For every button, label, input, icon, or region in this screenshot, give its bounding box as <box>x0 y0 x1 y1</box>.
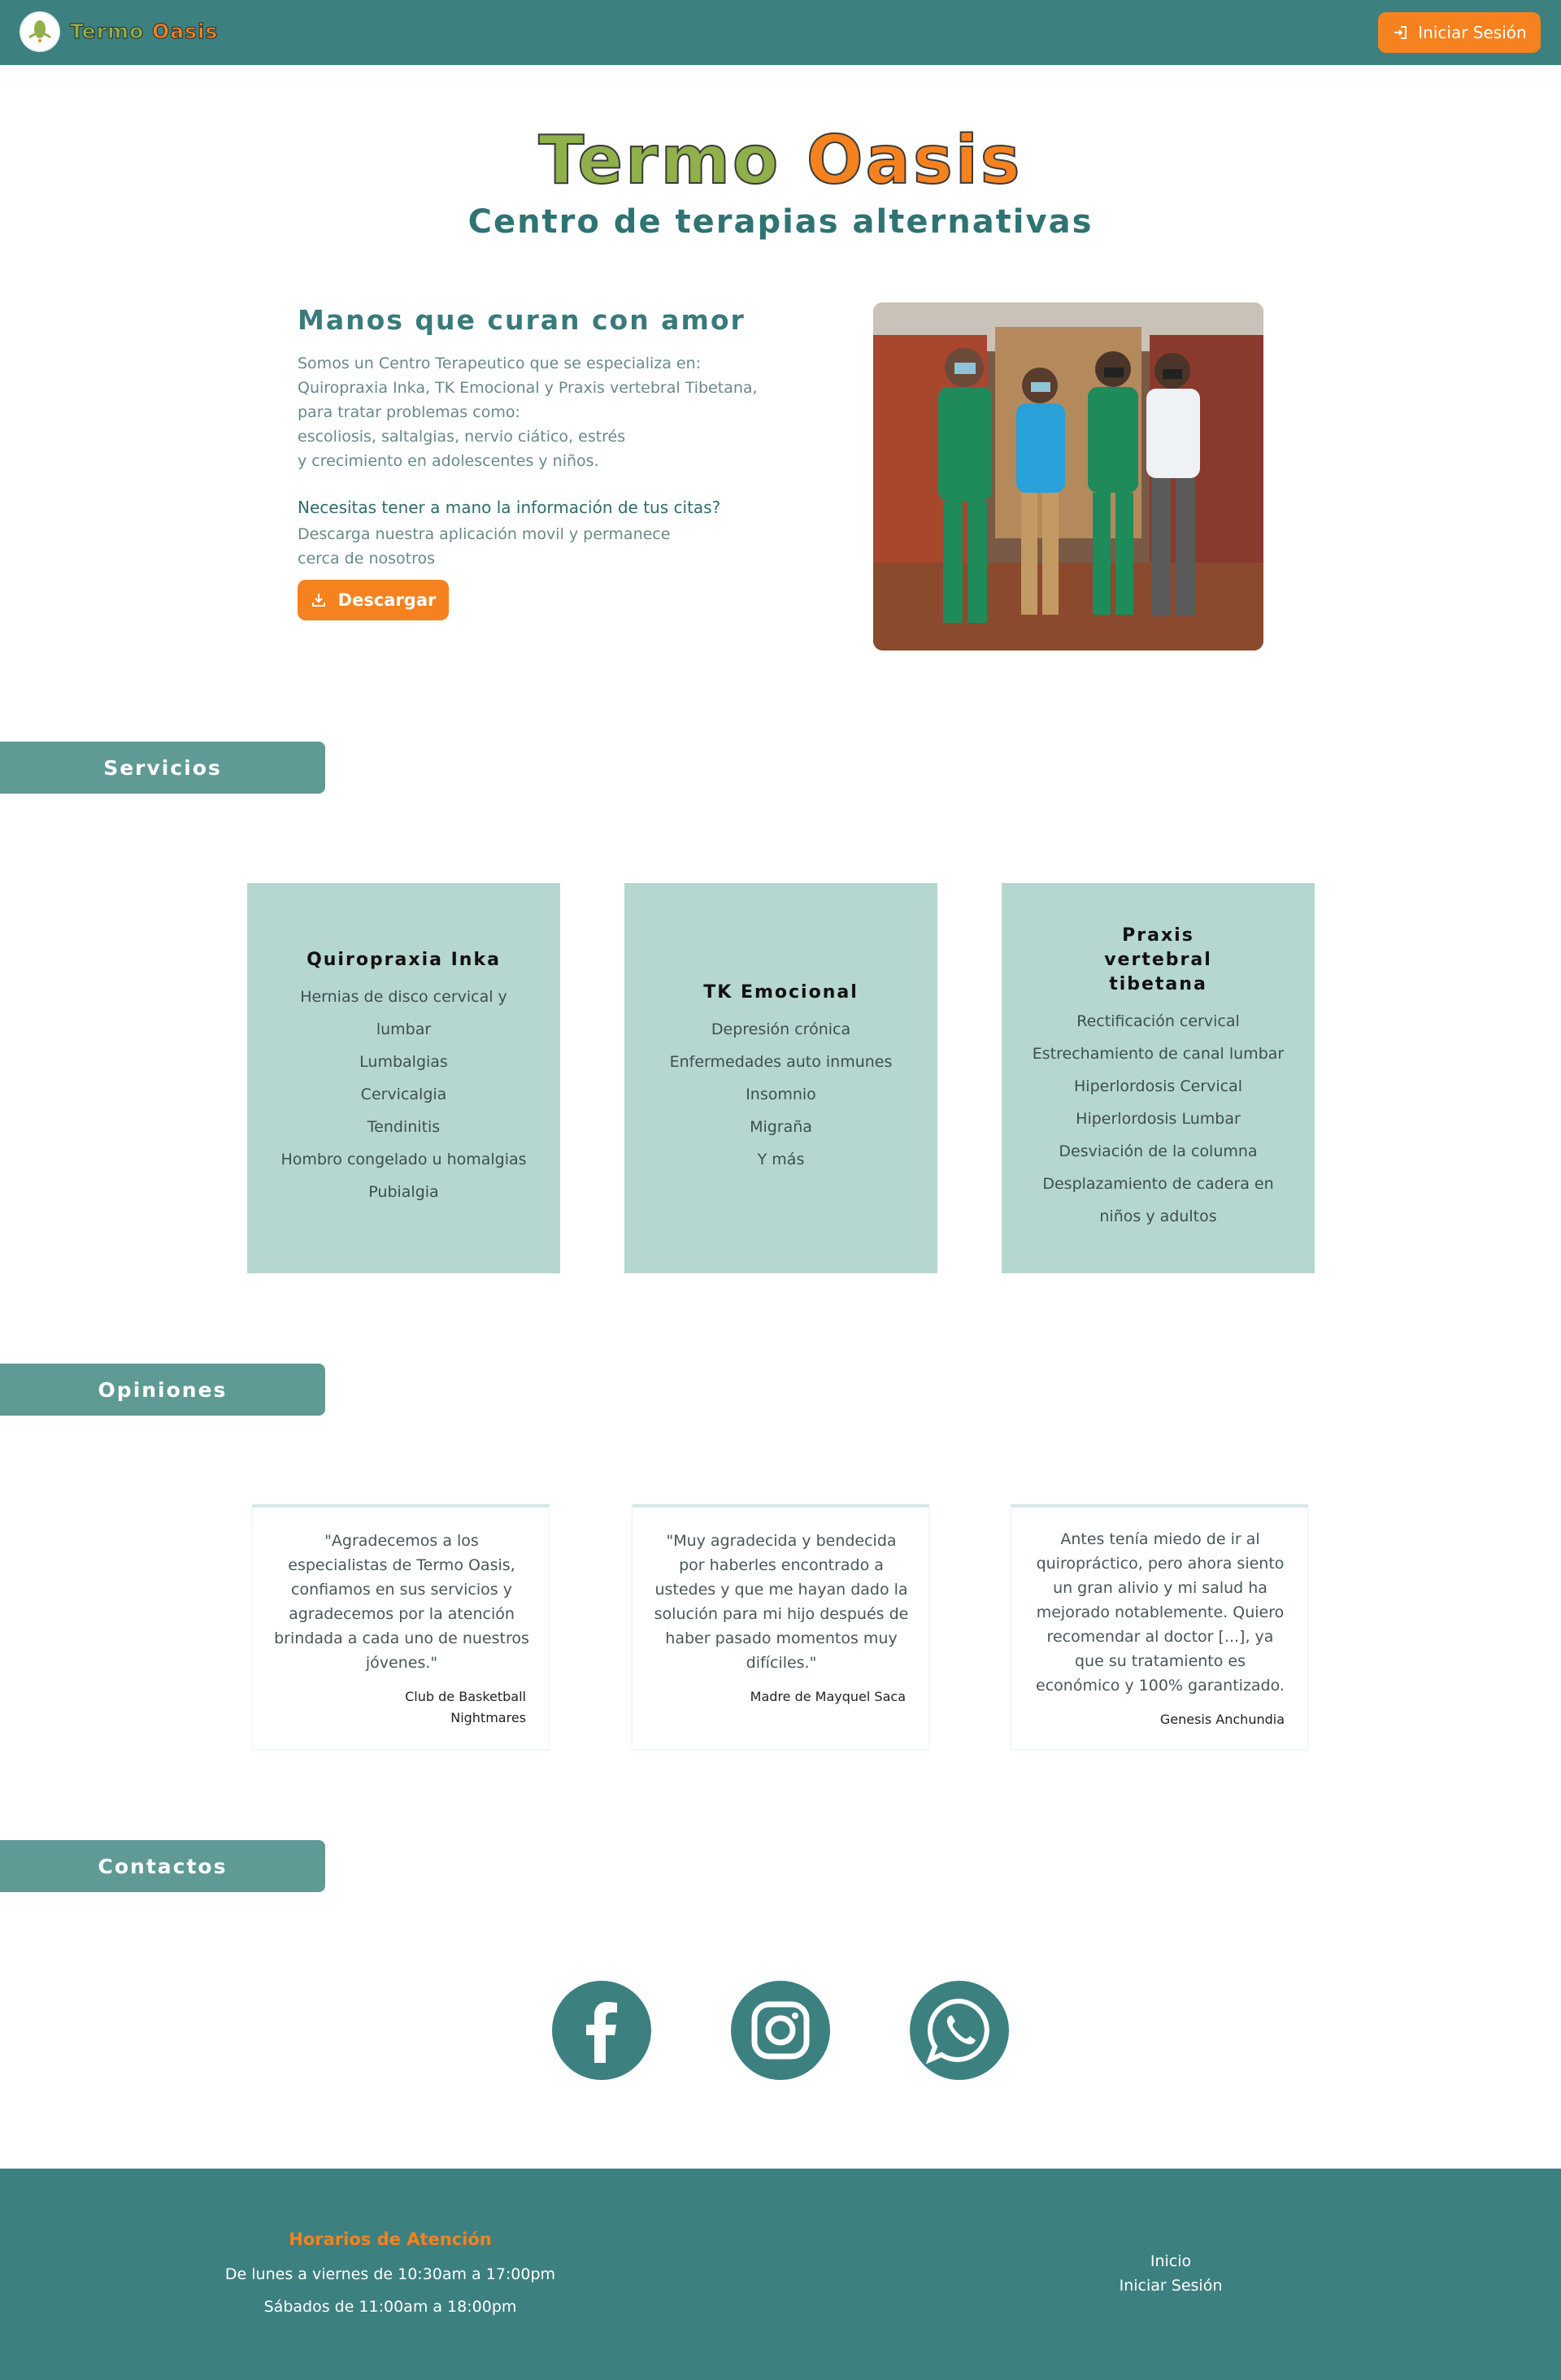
footer-link-home[interactable]: Inicio <box>1089 2252 1252 2270</box>
app-line: Descarga nuestra aplicación movil y perm… <box>298 525 671 543</box>
intro-line: y crecimiento en adolescentes y niños. <box>298 452 599 470</box>
testimonial-author: Madre de Mayquel Saca <box>750 1689 906 1704</box>
service-item: Tendinitis <box>367 1118 441 1136</box>
hero-title: Termo Oasis <box>0 121 1561 200</box>
testimonial-author: Club de Basketball Nightmares <box>405 1689 526 1725</box>
testimonial-card: "Muy agradecida y bendecida por haberles… <box>632 1504 929 1750</box>
brand-word-2: Oasis <box>151 20 219 44</box>
service-card-quiropraxia: Quiropraxia Inka Hernias de disco cervic… <box>247 883 560 1273</box>
facebook-icon[interactable] <box>552 1981 651 2080</box>
service-item: Enfermedades auto inmunes <box>669 1053 893 1071</box>
instagram-icon[interactable] <box>731 1981 830 2080</box>
top-navbar <box>0 0 1561 65</box>
intro-line: para tratar problemas como: <box>298 403 520 421</box>
service-item: Migraña <box>750 1118 812 1136</box>
hours-saturday: Sábados de 11:00am a 18:00pm <box>263 2298 517 2316</box>
team-photo <box>873 302 1263 650</box>
login-button[interactable]: Iniciar Sesión <box>1378 12 1541 53</box>
intro-title: Manos que curan con amor <box>298 304 746 336</box>
service-card-praxis-vertebral: Praxis vertebral tibetana Rectificación … <box>1002 883 1315 1273</box>
lotus-logo-icon[interactable] <box>20 11 60 52</box>
service-card-title: Praxis vertebral tibetana <box>1104 925 1212 994</box>
app-description: Descarga nuestra aplicación movil y perm… <box>298 522 670 571</box>
testimonial-quote: Antes tenía miedo de ir al quiropráctico… <box>1036 1530 1285 1695</box>
footer-link-login[interactable]: Iniciar Sesión <box>1089 2277 1252 2295</box>
service-item: Lumbalgias <box>359 1053 448 1071</box>
service-item: Cervicalgia <box>360 1086 447 1103</box>
hero-title-word-2: Oasis <box>806 121 1023 200</box>
hero-subtitle: Centro de terapias alternativas <box>467 203 1094 241</box>
download-icon <box>311 594 325 607</box>
intro-line: escoliosis, saltalgias, nervio ciático, … <box>298 428 626 446</box>
service-card-tk-emocional: TK Emocional Depresión crónica Enfermeda… <box>624 883 937 1273</box>
service-card-title: Quiropraxia Inka <box>307 950 501 970</box>
section-tab-opinions: Opiniones <box>0 1364 325 1416</box>
hours-title: Horarios de Atención <box>289 2230 492 2249</box>
testimonial-quote: "Muy agradecida y bendecida por haberles… <box>654 1532 909 1672</box>
service-item: Desplazamiento de cadera en niños y adul… <box>1042 1175 1274 1225</box>
download-button[interactable]: Descargar <box>298 580 449 620</box>
testimonial-quote: "Agradecemos a los especialistas de Term… <box>274 1532 529 1672</box>
service-item: Hiperlordosis Lumbar <box>1076 1110 1241 1128</box>
testimonial-author: Genesis Anchundia <box>1159 1712 1285 1727</box>
download-button-label: Descargar <box>337 590 437 610</box>
service-item: Insomnio <box>746 1086 816 1103</box>
testimonial-card: "Agradecemos a los especialistas de Term… <box>252 1504 550 1750</box>
service-item: Y más <box>757 1151 805 1168</box>
whatsapp-icon[interactable] <box>910 1981 1009 2080</box>
service-item: Desviación de la columna <box>1059 1142 1258 1160</box>
app-line: cerca de nosotros <box>298 550 436 568</box>
login-button-label: Iniciar Sesión <box>1418 23 1527 42</box>
service-card-title: TK Emocional <box>703 982 859 1003</box>
section-tab-services: Servicios <box>0 742 325 794</box>
section-tab-contacts: Contactos <box>0 1840 325 1892</box>
service-item: Hombro congelado u homalgias <box>280 1151 527 1168</box>
intro-line: Somos un Centro Terapeutico que se espec… <box>298 355 702 372</box>
intro-description: Somos un Centro Terapeutico que se espec… <box>298 351 802 473</box>
service-item: Rectificación cervical <box>1076 1012 1240 1030</box>
service-item: Estrechamiento de canal lumbar <box>1032 1045 1285 1063</box>
login-icon <box>1394 26 1407 39</box>
intro-line: Quiropraxia Inka, TK Emocional y Praxis … <box>298 379 758 397</box>
testimonial-card: Antes tenía miedo de ir al quiropráctico… <box>1011 1504 1308 1750</box>
service-item: Hiperlordosis Cervical <box>1074 1077 1242 1095</box>
service-item: Hernias de disco cervical y lumbar <box>300 988 507 1038</box>
service-item: Depresión crónica <box>711 1020 851 1038</box>
app-question: Necesitas tener a mano la información de… <box>298 498 721 517</box>
hours-weekdays: De lunes a viernes de 10:30am a 17:00pm <box>224 2265 556 2283</box>
hero-title-word-1: Termo <box>537 121 781 200</box>
brand-name[interactable]: Termo Oasis <box>69 20 219 44</box>
service-item: Pubialgia <box>368 1183 439 1201</box>
brand-word-1: Termo <box>69 20 145 44</box>
